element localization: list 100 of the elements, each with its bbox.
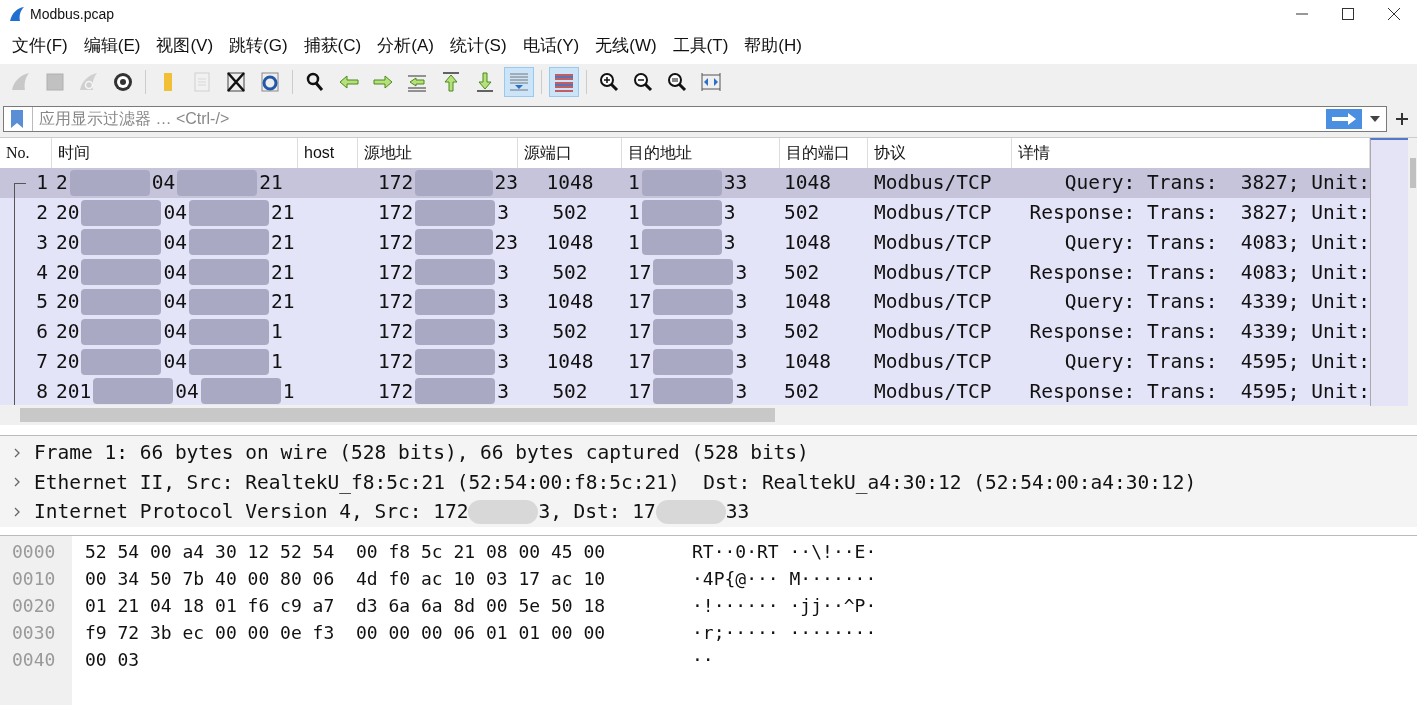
chevron-right-icon[interactable] xyxy=(13,477,21,488)
packet-row[interactable]: 5 20 04 21 172 3 1048 17 3 1048 Modbus/TCP Query: Trans: 4339; Unit: xyxy=(0,287,1370,317)
menu-item[interactable]: 无线(W) xyxy=(587,33,665,59)
tree-item[interactable]: 33 xyxy=(725,497,750,527)
table-cell-text: 1 xyxy=(36,170,48,197)
table-cell-text: 4 xyxy=(36,259,48,286)
table-cell-text: 3 xyxy=(735,378,748,405)
hex-bytes[interactable]: 00 03 xyxy=(85,646,140,673)
table-cell-text: 17 xyxy=(628,378,652,405)
table-cell-text: 502 xyxy=(784,378,820,405)
table-cell-text: Modbus/TCP xyxy=(874,200,992,227)
table-cell-text: 502 xyxy=(784,259,820,286)
shark-fin-icon xyxy=(8,5,26,23)
column-header[interactable]: 源地址 xyxy=(364,141,412,165)
reload-icon xyxy=(258,70,282,94)
table-cell-text: 2 xyxy=(36,200,48,227)
table-cell-text: 23 xyxy=(494,229,518,256)
table-cell-text: 3 xyxy=(735,259,748,286)
table-cell-text: 04 xyxy=(163,259,187,286)
table-cell-text: 1 xyxy=(628,170,640,197)
table-cell-text: 21 xyxy=(270,289,295,316)
chevron-right-icon[interactable] xyxy=(13,447,21,458)
menu-item[interactable]: 视图(V) xyxy=(148,33,222,59)
hex-bytes[interactable]: 00 34 50 7b 40 00 80 06 4d f0 ac 10 03 17 ac 10 xyxy=(85,565,606,592)
menu-item[interactable]: 文件(F) xyxy=(4,33,76,59)
table-cell-text: Query: Trans: 4595; Unit: xyxy=(1064,349,1370,376)
table-cell-text: 172 xyxy=(378,170,414,197)
menu-item[interactable]: 跳转(G) xyxy=(221,33,296,59)
table-cell-text: 1048 xyxy=(546,170,594,197)
tree-item[interactable]: Internet Protocol Version 4, Src: 172 xyxy=(34,497,469,527)
packet-row[interactable]: 3 20 04 21 172 23 1048 1 3 1048 Modbus/TCP Query: Trans: 4083; Unit: xyxy=(0,227,1370,258)
table-cell-text: 3 xyxy=(723,229,736,256)
table-cell-text: 1048 xyxy=(784,349,831,376)
table-cell-text: 3 xyxy=(735,289,748,316)
hex-bytes[interactable]: f9 72 3b ec 00 00 0e f3 00 00 00 06 01 01 00 00 xyxy=(85,619,606,646)
table-cell-text: 21 xyxy=(270,200,295,227)
column-header[interactable]: 详情 xyxy=(1018,141,1050,165)
table-cell-text: Modbus/TCP xyxy=(874,349,992,376)
column-header[interactable]: 时间 xyxy=(58,141,90,165)
ascii-bytes[interactable]: ·!······ ·jj··^P· xyxy=(692,592,877,619)
table-cell-text: 502 xyxy=(784,319,820,346)
menu-item[interactable]: 工具(T) xyxy=(664,33,737,59)
column-header[interactable]: No. xyxy=(6,141,30,165)
packet-row[interactable]: 4 20 04 21 172 3 502 17 3 502 Modbus/TCP Response: Trans: 4083; Unit: xyxy=(0,257,1370,288)
table-cell-text: 1 xyxy=(282,378,295,405)
table-cell-text: 20 xyxy=(56,289,80,316)
ascii-bytes[interactable]: ·r;····· ········ xyxy=(692,619,877,646)
table-cell-text: 1 xyxy=(270,349,283,376)
chevron-right-icon[interactable] xyxy=(13,506,21,517)
table-cell-text: 04 xyxy=(175,378,199,405)
hex-bytes[interactable]: 52 54 00 a4 30 12 52 54 00 f8 5c 21 08 00 45 00 xyxy=(85,538,606,565)
table-cell-text: 502 xyxy=(552,200,588,227)
table-cell-text: 172 xyxy=(378,200,414,227)
table-cell-text: 1048 xyxy=(546,289,594,316)
tree-item[interactable]: Ethernet II, Src: RealtekU_f8:5c:21 (52:54:00:f8:5c:21) Dst: RealtekU_a4:30:12 (52:54:00:a4:30:12) xyxy=(34,467,1197,497)
horizontal-scrollbar[interactable] xyxy=(0,405,1417,425)
menu-item[interactable]: 分析(A) xyxy=(369,33,442,59)
packet-row[interactable]: 6 20 04 1 172 3 502 17 3 502 Modbus/TCP Response: Trans: 4339; Unit: xyxy=(0,317,1370,347)
menu-item[interactable]: 帮助(H) xyxy=(736,33,810,59)
table-cell-text: 8 xyxy=(36,378,48,405)
tree-item[interactable]: Frame 1: 66 bytes on wire (528 bits), 66 bytes captured (528 bits) xyxy=(34,438,809,468)
table-cell-text: Response: Trans: 3827; Unit: xyxy=(1029,200,1370,227)
table-cell-text: 5 xyxy=(36,289,48,316)
column-header[interactable]: 目的地址 xyxy=(628,141,692,165)
ascii-bytes[interactable]: ·4P{@··· M······· xyxy=(692,565,877,592)
table-cell-text: 172 xyxy=(378,259,414,286)
table-cell-text: Response: Trans: 4595; Unit: xyxy=(1029,378,1370,405)
menu-item[interactable]: 捕获(C) xyxy=(295,33,370,59)
table-cell-text: 172 xyxy=(378,349,414,376)
packet-row[interactable]: 8 201 04 1 172 3 502 17 3 502 Modbus/TCP Response: Trans: 4595; Unit: xyxy=(0,376,1370,405)
menu-item[interactable]: 统计(S) xyxy=(441,33,515,59)
packet-row[interactable]: 2 20 04 21 172 3 502 1 3 502 Modbus/TCP Response: Trans: 3827; Unit: xyxy=(0,197,1370,228)
column-header[interactable]: 协议 xyxy=(874,141,906,165)
ascii-bytes[interactable]: ·· xyxy=(692,646,714,673)
vertical-scrollbar[interactable] xyxy=(1408,138,1417,405)
table-cell-text: 20 xyxy=(56,259,80,286)
table-cell-text: Response: Trans: 4339; Unit: xyxy=(1029,319,1370,346)
table-cell-text: 04 xyxy=(151,170,176,197)
byte-offset: 0010 xyxy=(12,567,57,591)
menu-item[interactable]: 电话(Y) xyxy=(514,33,588,59)
column-header[interactable]: host xyxy=(304,141,335,165)
table-cell-text: 04 xyxy=(163,349,187,376)
table-cell-text: 172 xyxy=(378,289,414,316)
packet-row[interactable]: 7 20 04 1 172 3 1048 17 3 1048 Modbus/TCP Query: Trans: 4595; Unit: xyxy=(0,346,1370,377)
table-cell-text: Modbus/TCP xyxy=(874,319,992,346)
column-header[interactable]: 目的端口 xyxy=(786,141,850,165)
byte-offset: 0040 xyxy=(12,648,57,672)
table-cell-text: 201 xyxy=(56,378,92,405)
menu-item[interactable]: 编辑(E) xyxy=(75,33,149,59)
tree-item[interactable]: 3, Dst: 17 xyxy=(538,497,656,527)
table-cell-text: Modbus/TCP xyxy=(874,378,992,405)
table-cell-text: Modbus/TCP xyxy=(874,229,992,256)
table-cell-text: 3 xyxy=(735,349,748,376)
table-cell-text: 1048 xyxy=(784,229,831,256)
packet-row[interactable]: 1 2 04 21 172 23 1048 1 33 1048 Modbus/TCP Query: Trans: 3827; Unit: xyxy=(0,168,1370,198)
ascii-bytes[interactable]: RT··0·RT ··\!··E· xyxy=(692,538,877,565)
column-header[interactable]: 源端口 xyxy=(524,141,572,165)
byte-offset: 0030 xyxy=(12,621,57,645)
caret-icon xyxy=(1370,116,1380,122)
hex-bytes[interactable]: 01 21 04 18 01 f6 c9 a7 d3 6a 6a 8d 00 5e 50 18 xyxy=(85,592,606,619)
